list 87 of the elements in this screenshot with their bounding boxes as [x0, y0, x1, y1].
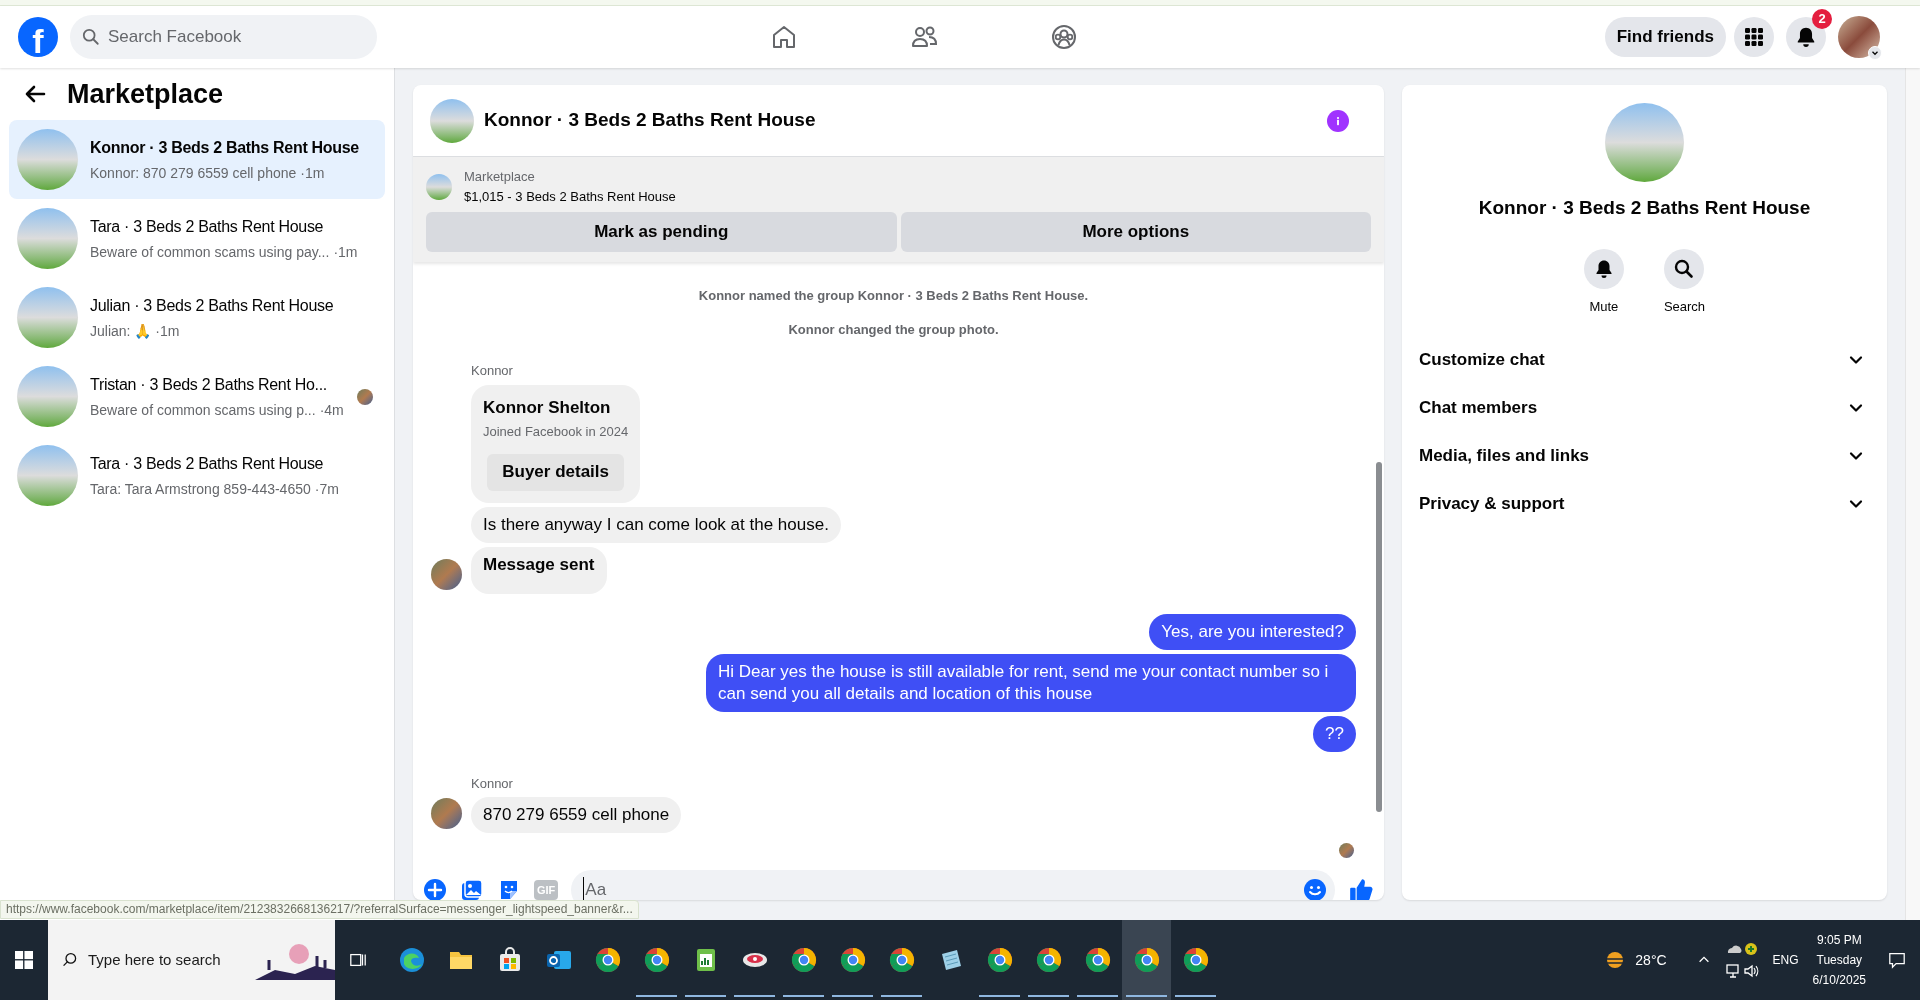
profile-avatar[interactable]	[1838, 16, 1880, 58]
chat-title: Konnor · 3 Beds 2 Baths Rent House	[484, 108, 816, 133]
listing-label: Marketplace	[464, 168, 536, 186]
info-button[interactable]	[1327, 109, 1349, 132]
notification-badge: 2	[1812, 9, 1832, 29]
conversation-title: Julian · 3 Beds 2 Baths Rent House	[90, 295, 334, 316]
network-volume-icons[interactable]	[1724, 963, 1759, 979]
notification-center-icon[interactable]	[1888, 951, 1906, 969]
chat-action-label: Mute	[1589, 297, 1619, 316]
search-field[interactable]: Search Facebook	[70, 15, 377, 59]
conversation-title: Konnor · 3 Beds 2 Baths Rent House	[90, 137, 359, 158]
incoming-message: Is there anyway I can come look at the house.	[471, 506, 841, 543]
chat-action-label: Search	[1663, 297, 1706, 316]
conversation-time: ·7m	[314, 479, 339, 499]
chrome-icon	[789, 946, 818, 974]
status-url: https://www.facebook.com/marketplace/item/2123832668136217/?referralSurface=messenger_lightspeed_banner&r...	[0, 900, 639, 919]
conversation-item[interactable]: Konnor · 3 Beds 2 Baths Rent House Konnor: 870 279 6559 cell phone ·1m	[9, 120, 385, 199]
taskbar-search-field[interactable]: Type here to search	[48, 920, 335, 1000]
search-icon	[82, 28, 100, 46]
search-icon	[62, 952, 78, 968]
language-indicator[interactable]: ENG	[1772, 951, 1799, 969]
menu-button[interactable]	[1734, 17, 1774, 57]
account-caret-icon[interactable]	[1868, 46, 1882, 60]
chrome-icon	[593, 946, 622, 974]
buyer-details-button[interactable]: Buyer details	[487, 453, 625, 491]
conversation-time: ·4m	[319, 400, 344, 420]
photo-icon[interactable]	[460, 878, 484, 900]
conversation-title: Tara · 3 Beds 2 Baths Rent House	[90, 216, 324, 237]
chrome-icon	[1083, 946, 1112, 974]
message-input[interactable]: Aa	[571, 870, 1335, 900]
buyer-name: Konnor Shelton	[483, 396, 612, 419]
chrome-icon	[985, 946, 1014, 974]
conversation-time: ·1m	[300, 163, 325, 183]
conversation-preview: Julian: 🙏	[90, 321, 152, 341]
edge-icon	[397, 946, 426, 974]
details-section[interactable]: Chat members	[1410, 384, 1879, 432]
home-icon[interactable]	[770, 23, 798, 51]
conversation-time: ·1m	[155, 321, 180, 341]
listing-action-button[interactable]: Mark as pending	[426, 212, 897, 252]
system-message: Konnor named the group Konnor · 3 Beds 2 Baths Rent House.	[697, 287, 1090, 305]
avatar	[1339, 843, 1354, 858]
conversation-preview: Konnor: 870 279 6559 cell phone	[90, 163, 297, 183]
house-photo	[426, 173, 452, 200]
chrome-icon	[887, 946, 916, 974]
incoming-message: Message sent	[471, 546, 607, 594]
chrome-icon	[1181, 946, 1210, 974]
grid-icon	[1744, 27, 1764, 47]
task-view-icon[interactable]	[349, 951, 367, 969]
chrome-icon	[642, 946, 671, 974]
chrome-icon	[838, 946, 867, 974]
conversation-preview: Beware of common scams using pay...	[90, 242, 330, 262]
details-section[interactable]: Privacy & support	[1410, 480, 1879, 528]
groups-icon[interactable]	[1050, 23, 1078, 51]
sender-name: Konnor	[471, 774, 514, 793]
incoming-message: 870 279 6559 cell phone	[471, 797, 682, 833]
outgoing-message: Hi Dear yes the house is still available for rent, send me your contact number so i can send you all details and location of this house	[706, 653, 1356, 712]
listing-action-button[interactable]: More options	[900, 212, 1371, 252]
find-friends-button[interactable]: Find friends	[1604, 17, 1726, 57]
conversation-time: ·1m	[333, 242, 358, 262]
clock[interactable]: 9:05 PM Tuesday 6/10/2025	[1812, 930, 1866, 990]
chrome-icon	[1034, 946, 1063, 974]
conversation-preview: Tara: Tara Armstrong 859-443-4650	[90, 479, 311, 499]
chrome-icon	[1132, 946, 1161, 974]
details-section[interactable]: Customize chat	[1410, 336, 1879, 384]
search-icon	[1674, 258, 1695, 279]
like-icon[interactable]	[1348, 877, 1374, 900]
listing-title: $1,015 - 3 Beds 2 Baths Rent House	[464, 187, 676, 206]
weather-temperature: 28°C	[1635, 950, 1667, 970]
info-icon	[1335, 114, 1341, 127]
conversation-preview: Beware of common scams using p...	[90, 400, 316, 420]
emoji-icon[interactable]	[1303, 878, 1327, 900]
windows-icon	[15, 951, 33, 969]
conversation-title: Tristan · 3 Beds 2 Baths Rent Ho...	[90, 374, 328, 395]
logo-icon[interactable]: f	[18, 17, 58, 57]
conversation-title: Tara · 3 Beds 2 Baths Rent House	[90, 453, 324, 474]
sidebar-title: Marketplace	[67, 77, 224, 111]
plus-icon[interactable]	[423, 878, 447, 900]
house-photo	[17, 208, 78, 269]
buyer-joined-text: Joined Facebook in 2024	[483, 423, 629, 441]
details-section[interactable]: Media, files and links	[1410, 432, 1879, 480]
outgoing-message: ??	[1313, 715, 1356, 752]
house-photo	[430, 98, 474, 143]
bell-icon	[1795, 26, 1817, 48]
details-title: Konnor · 3 Beds 2 Baths Rent House	[1478, 196, 1811, 220]
sender-name: Konnor	[471, 362, 514, 380]
outgoing-message: Yes, are you interested?	[1149, 613, 1356, 650]
system-message: Konnor changed the group photo.	[787, 320, 1000, 339]
